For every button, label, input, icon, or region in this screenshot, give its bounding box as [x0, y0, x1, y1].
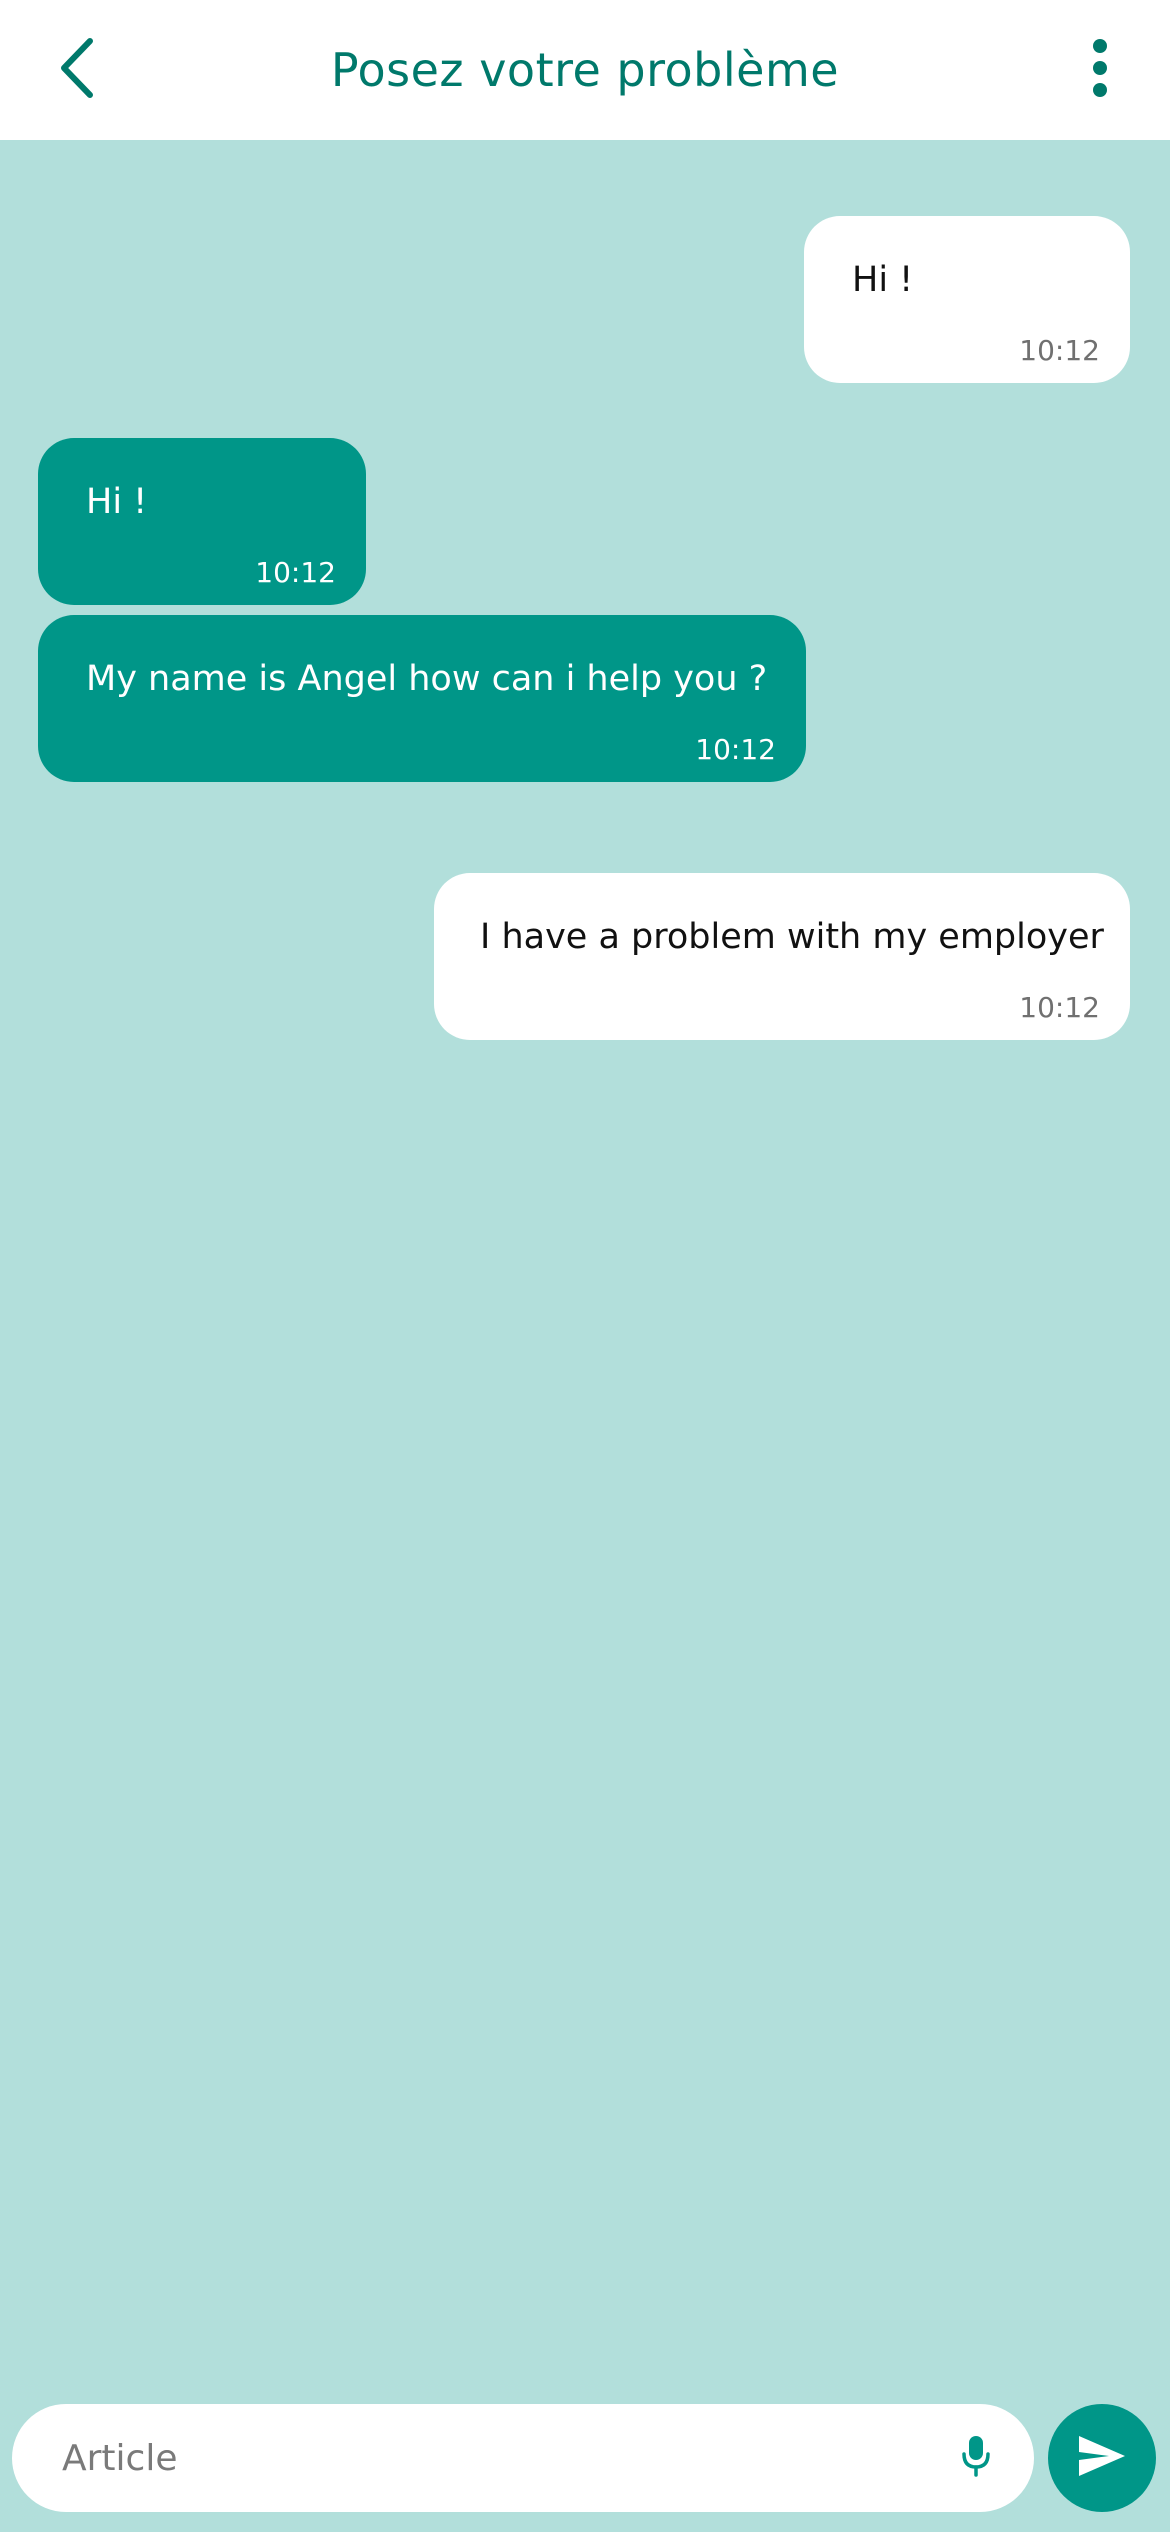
message-composer [12, 2404, 1034, 2512]
page-title: Posez votre problème [330, 43, 840, 97]
message-bubble-outgoing[interactable]: Hi ! 10:12 [804, 216, 1130, 383]
message-input[interactable] [62, 2404, 942, 2512]
message-text: My name is Angel how can i help you ? [86, 659, 768, 699]
message-bubble-incoming[interactable]: My name is Angel how can i help you ? 10… [38, 615, 806, 782]
chevron-left-icon [52, 33, 100, 107]
more-options-button[interactable] [1070, 30, 1130, 110]
message-text: Hi ! [852, 260, 914, 300]
message-bubble-incoming[interactable]: Hi ! 10:12 [38, 438, 366, 605]
app-header: Posez votre problème [0, 0, 1170, 140]
message-time: 10:12 [1019, 991, 1100, 1024]
send-button[interactable] [1048, 2404, 1156, 2512]
more-vertical-icon [1090, 38, 1110, 102]
message-time: 10:12 [695, 733, 776, 766]
chat-area[interactable]: Hi ! 10:12 Hi ! 10:12 My name is Angel h… [0, 140, 1170, 2400]
send-icon [1077, 2434, 1127, 2482]
message-bubble-outgoing[interactable]: I have a problem with my employer 10:12 [434, 873, 1130, 1040]
message-time: 10:12 [1019, 334, 1100, 367]
microphone-button[interactable] [946, 2428, 1006, 2488]
back-button[interactable] [36, 30, 116, 110]
message-text: Hi ! [86, 482, 148, 522]
message-text: I have a problem with my employer [480, 917, 1104, 957]
message-time: 10:12 [255, 556, 336, 589]
microphone-icon [960, 2434, 992, 2482]
